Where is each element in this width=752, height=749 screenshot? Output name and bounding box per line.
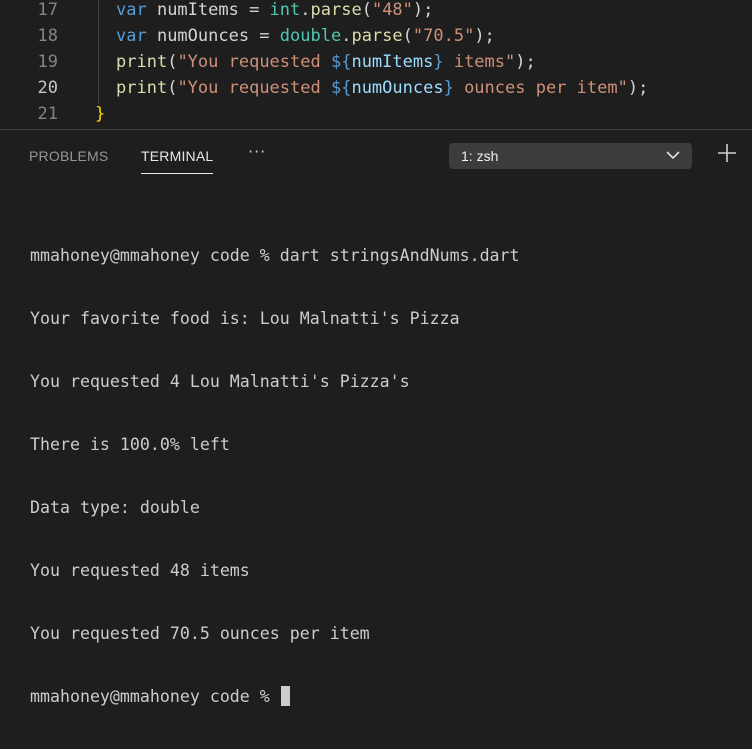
terminal-line: There is 100.0% left: [30, 435, 230, 454]
line-number: 18: [37, 26, 58, 46]
code-token: parse: [310, 0, 362, 20]
code-text: var numOunces = double.parse("70.5");: [116, 23, 495, 49]
code-token: }: [433, 52, 444, 72]
code-text: var numItems = int.parse("48");: [116, 0, 433, 23]
terminal-line: Data type: double: [30, 498, 200, 517]
code-token: parse: [351, 26, 403, 46]
code-line[interactable]: 17 var numItems = int.parse("48");: [0, 0, 752, 23]
code-token: var: [116, 26, 147, 46]
terminal-select[interactable]: 1: zsh: [449, 143, 692, 169]
code-token: "You requested: [177, 78, 331, 98]
code-token: (: [361, 0, 372, 20]
chevron-down-icon: [666, 151, 680, 160]
code-line[interactable]: 19 print("You requested ${numItems} items…: [0, 49, 752, 75]
code-token: );: [627, 78, 649, 98]
code-token: "48": [371, 0, 413, 20]
code-token: (: [167, 78, 178, 98]
code-token: numItems =: [146, 0, 270, 20]
code-token: .: [300, 0, 311, 20]
bottom-panel: PROBLEMS TERMINAL ··· 1: zsh mmahoney@mm…: [0, 129, 752, 706]
code-token: "You requested: [177, 52, 331, 72]
terminal-line: You requested 48 items: [30, 561, 250, 580]
code-token: numItems: [351, 52, 434, 72]
terminal-line: You requested 70.5 ounces per item: [30, 624, 370, 643]
code-token: double: [279, 26, 342, 46]
code-line[interactable]: 18 var numOunces = double.parse("70.5");: [0, 23, 752, 49]
code-token: (: [402, 26, 413, 46]
terminal-prompt: mmahoney@mmahoney code %: [30, 687, 280, 706]
code-token: "70.5": [412, 26, 475, 46]
code-token: print: [116, 52, 168, 72]
code-editor[interactable]: 17 var numItems = int.parse("48"); 18 var n…: [0, 0, 752, 129]
ellipsis-icon[interactable]: ···: [248, 142, 266, 161]
code-token: numOunces =: [146, 26, 280, 46]
terminal-line: Your favorite food is: Lou Malnatti's Pi…: [30, 309, 460, 328]
line-number: 21: [37, 104, 58, 124]
code-token: }: [443, 78, 454, 98]
line-number: 17: [37, 0, 58, 20]
code-token: ounces per item": [453, 78, 628, 98]
plus-icon[interactable]: [716, 142, 738, 164]
code-text: print("You requested ${numItems} items")…: [116, 49, 536, 75]
terminal-select-value: 1: zsh: [461, 148, 499, 164]
code-line[interactable]: 21}: [0, 101, 752, 127]
terminal-line: mmahoney@mmahoney code % dart stringsAnd…: [30, 246, 520, 265]
code-token: );: [412, 0, 434, 20]
code-token: }: [95, 104, 106, 124]
code-token: numOunces: [351, 78, 444, 98]
terminal-line: You requested 4 Lou Malnatti's Pizza's: [30, 372, 410, 391]
terminal-cursor: [280, 686, 290, 706]
code-token: int: [269, 0, 301, 20]
code-token: ${: [330, 52, 352, 72]
tab-terminal[interactable]: TERMINAL: [141, 148, 214, 174]
code-token: print: [116, 78, 168, 98]
code-token: (: [167, 52, 178, 72]
line-number: 19: [37, 52, 58, 72]
code-line[interactable]: 20 print("You requested ${numOunces} ounc…: [0, 75, 752, 101]
line-number: 20: [37, 78, 58, 98]
code-token: );: [474, 26, 495, 46]
code-token: items": [443, 52, 516, 72]
code-token: ${: [330, 78, 352, 98]
code-token: var: [116, 0, 147, 20]
panel-tabs: PROBLEMS TERMINAL ··· 1: zsh: [0, 130, 752, 176]
terminal-prompt-line: mmahoney@mmahoney code %: [30, 686, 520, 707]
terminal-output[interactable]: mmahoney@mmahoney code % dart stringsAnd…: [30, 203, 520, 749]
code-token: .: [341, 26, 352, 46]
code-token: );: [515, 52, 536, 72]
code-text: print("You requested ${numOunces} ounces…: [116, 75, 648, 101]
tab-problems[interactable]: PROBLEMS: [29, 148, 108, 164]
code-text: }: [95, 101, 105, 127]
